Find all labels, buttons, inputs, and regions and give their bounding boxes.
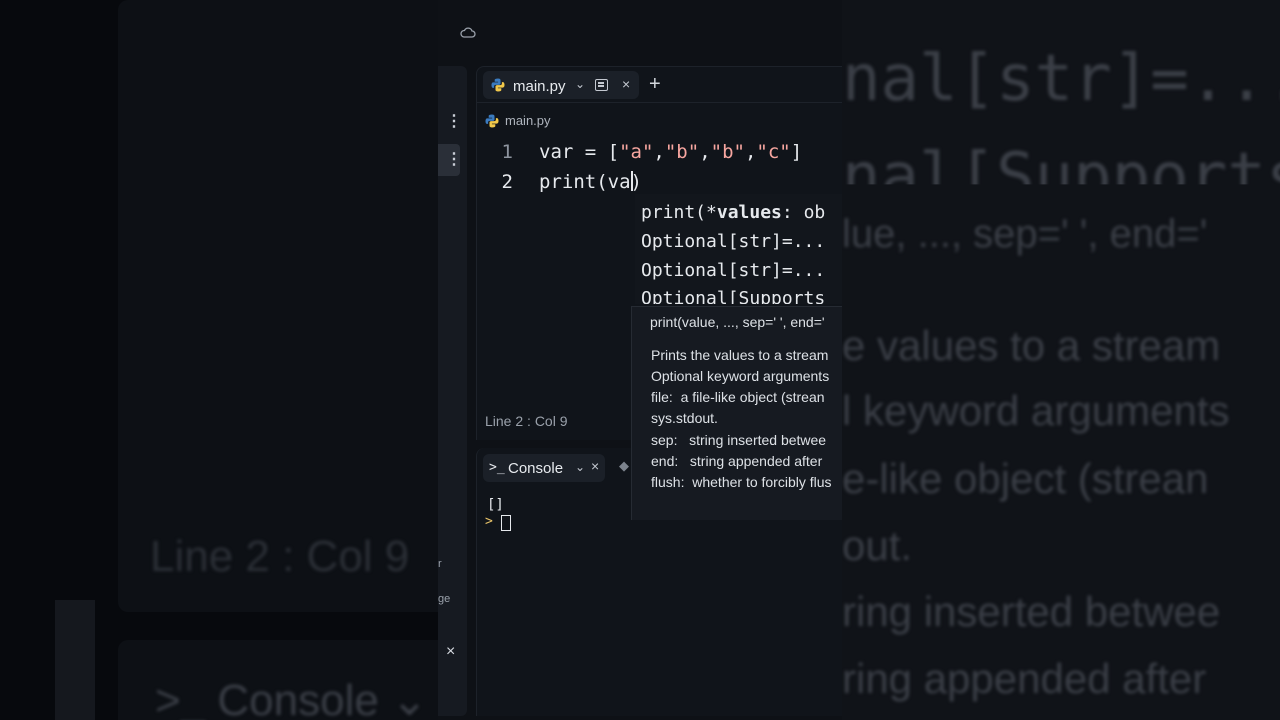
background-console-label: >_ Console ⌄ [155,676,428,720]
background-bar [55,600,95,720]
line-content: print(va) [539,171,642,193]
doc-line: Prints the values to a stream [651,347,829,363]
console-output: [] [487,497,504,513]
line-number: 2 [501,171,513,193]
doc-signature: print(value, ..., sep=' ', end=' [650,314,825,330]
background-left: Line 2 : Col 9 >_ Console ⌄ [0,0,438,720]
background-line: e values to a stream [842,322,1221,369]
doc-line: end: string appended after [651,453,823,469]
background-line: nal[Supports [842,140,1280,214]
background-line: ring inserted betwee [842,588,1221,635]
more-options-icon[interactable]: ⋮ [446,114,462,130]
tab-label: Console [508,460,564,477]
ide-screen: ⋮ ⋮ r ge × main.py ⌄ × + main.py 1 var =… [438,0,842,720]
background-right: nal[str]=... nal[Supports lue, ..., sep=… [842,0,1280,720]
signature-line: print(*values: ob [641,202,826,223]
line-content: var = ["a","b","b","c"] [539,141,803,163]
signature-help-popup: print(*values: ob Optional[str]=... Opti… [635,194,842,304]
doc-line: sep: string inserted betwee [651,432,827,448]
string-literal: "a" [619,141,654,163]
chevron-down-icon[interactable]: ⌄ [575,77,585,91]
signature-line: Optional[str]=... [641,231,826,252]
background-line: nal[str]=... [842,42,1280,116]
more-options-icon[interactable]: ⋮ [446,152,462,168]
tab-main-py[interactable]: main.py ⌄ × [483,71,639,99]
active-parameter: values [716,202,782,223]
close-console-button[interactable]: × [591,458,599,474]
background-status: Line 2 : Col 9 [150,532,410,581]
python-file-icon [485,114,499,128]
sidebar-label: r [438,558,442,570]
cloud-icon[interactable] [460,26,476,38]
signature-line: Optional[str]=... [641,260,826,281]
shell-icon[interactable]: ◆ [619,458,629,474]
doc-line: file: a file-like object (strean [651,389,825,405]
background-line: lue, ..., sep=' ', end=' [842,212,1208,256]
breadcrumb-file: main.py [505,113,551,128]
background-editor-panel [118,0,438,612]
string-literal: "b" [664,141,700,163]
close-icon[interactable]: × [446,643,455,661]
tab-console[interactable]: >_ Console ⌄ [483,454,605,482]
close-tab-button[interactable]: × [622,76,630,92]
string-literal: "c" [756,141,791,163]
line-number: 1 [501,141,513,163]
new-tab-button[interactable]: + [649,73,661,96]
background-line: l keyword arguments [842,387,1230,434]
doc-line: sys.stdout. [651,410,718,426]
sidebar-label: ge [438,593,451,605]
tab-label: main.py [513,78,566,95]
sidebar: ⋮ ⋮ r ge × [438,66,467,716]
background-line: out. [842,522,913,569]
cursor-position-status: Line 2 : Col 9 [485,413,568,429]
document-icon[interactable] [595,79,608,91]
code-line[interactable]: 1 var = ["a","b","b","c"] [477,137,842,167]
console-prompt: > [485,514,493,529]
string-literal: "b" [710,141,745,163]
terminal-icon: >_ [489,460,505,475]
console-input-cursor[interactable] [501,515,511,531]
documentation-popup: print(value, ..., sep=' ', end=' Prints … [631,306,842,520]
background-line: e-like object (strean [842,455,1209,502]
code-line-active[interactable]: 2 print(va) [477,167,842,197]
doc-line: flush: whether to forcibly flus [651,474,832,490]
doc-line: Optional keyword arguments [651,368,830,384]
background-line: ring appended after [842,655,1207,702]
python-file-icon [491,78,505,92]
chevron-down-icon[interactable]: ⌄ [575,460,585,474]
editor-tab-bar: main.py ⌄ × + [477,67,842,103]
signature-line: Optional[Supports [641,288,826,304]
